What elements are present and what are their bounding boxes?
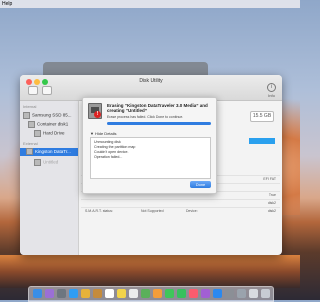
window-title: Disk Utility — [139, 78, 163, 84]
sidebar-item-kingston[interactable]: Kingston DataTr... — [20, 148, 78, 156]
sidebar-item-hard-drive[interactable]: Hard Drive — [34, 130, 65, 137]
info-button[interactable]: i Info — [267, 83, 276, 98]
capacity-badge: 15.5 GB — [250, 111, 274, 122]
notes-icon[interactable] — [117, 289, 126, 298]
log-line: Operation failed... — [94, 155, 123, 159]
volume-icon — [34, 130, 41, 137]
contacts-icon[interactable] — [93, 289, 102, 298]
erase-progress-bar — [107, 122, 211, 125]
sheet-title: Erasing “Kingston DataTraveler 3.0 Media… — [107, 103, 208, 113]
done-button[interactable]: Done — [190, 181, 211, 188]
facetime-icon[interactable] — [177, 289, 186, 298]
info-cell: disk2 — [267, 201, 276, 205]
app-store-icon[interactable] — [213, 289, 222, 298]
sheet-subtitle: Erase process has failed. Click Done to … — [107, 115, 184, 119]
sidebar-item-label: Hard Drive — [43, 130, 65, 136]
log-line: Couldn't open device. — [94, 150, 129, 154]
sidebar-item-container[interactable]: Container disk1 — [28, 121, 68, 128]
reminders-icon[interactable] — [129, 289, 138, 298]
sidebar-section-internal: Internal — [23, 104, 37, 109]
info-cell: True — [268, 193, 276, 197]
sidebar-item-samsung[interactable]: Samsung SSD 85... — [23, 112, 72, 119]
sidebar-toggle-button[interactable] — [28, 86, 38, 95]
view-button[interactable] — [42, 86, 52, 95]
mail-icon[interactable] — [81, 289, 90, 298]
system-preferences-icon[interactable] — [225, 289, 234, 298]
sidebar: Internal Samsung SSD 85... Container dis… — [20, 101, 79, 255]
sidebar-item-label: Container disk1 — [37, 121, 69, 127]
log-line: Unmounting disk — [94, 140, 121, 144]
hide-details-toggle[interactable]: ▼Hide Details — [90, 131, 117, 136]
info-row: S.M.A.R.T. status: Not Supported Device:… — [81, 207, 280, 215]
details-label: Hide Details — [94, 131, 117, 136]
info-icon: i — [267, 83, 276, 92]
info-cell: disk2 — [267, 209, 276, 213]
siri-icon[interactable] — [45, 289, 54, 298]
log-line: Creating the partition map — [94, 145, 136, 149]
menu-help[interactable]: Help — [2, 0, 12, 8]
itunes-icon[interactable] — [189, 289, 198, 298]
sidebar-section-external: External — [23, 141, 38, 146]
usb-disk-icon — [26, 148, 33, 156]
info-cell: Not Supported — [141, 209, 164, 213]
disclosure-triangle-icon: ▼ — [90, 131, 94, 136]
wallpaper-lake — [0, 255, 300, 288]
disk-utility-icon[interactable] — [237, 289, 246, 298]
info-cell: S.M.A.R.T. status: — [85, 209, 114, 213]
menu-bar: Help — [0, 0, 300, 8]
details-log[interactable]: Unmounting disk Creating the partition m… — [90, 137, 211, 179]
container-icon — [28, 121, 35, 128]
usage-bar — [249, 138, 275, 144]
sidebar-item-label: Untitled — [43, 159, 59, 165]
volume-icon — [34, 159, 41, 166]
downloads-icon[interactable] — [249, 289, 258, 298]
info-cell: EFI FAT — [263, 177, 276, 181]
sidebar-item-label: Samsung SSD 85... — [32, 112, 72, 118]
maps-icon[interactable] — [141, 289, 150, 298]
info-cell: Device: — [186, 209, 198, 213]
sidebar-item-label: Kingston DataTr... — [35, 149, 71, 154]
calendar-icon[interactable] — [105, 289, 114, 298]
info-row: disk2 — [81, 199, 280, 207]
trash-icon[interactable] — [261, 289, 270, 298]
photos-icon[interactable] — [153, 289, 162, 298]
sidebar-item-untitled[interactable]: Untitled — [34, 159, 58, 166]
alert-icon: ! — [94, 111, 101, 118]
launchpad-icon[interactable] — [57, 289, 66, 298]
ibooks-icon[interactable] — [201, 289, 210, 298]
erase-sheet: ! Erasing “Kingston DataTraveler 3.0 Med… — [82, 97, 217, 194]
progress-fill — [107, 122, 211, 125]
disk-icon — [23, 112, 30, 119]
info-label: Info — [268, 93, 275, 98]
messages-icon[interactable] — [165, 289, 174, 298]
safari-icon[interactable] — [69, 289, 78, 298]
finder-icon[interactable] — [33, 289, 42, 298]
